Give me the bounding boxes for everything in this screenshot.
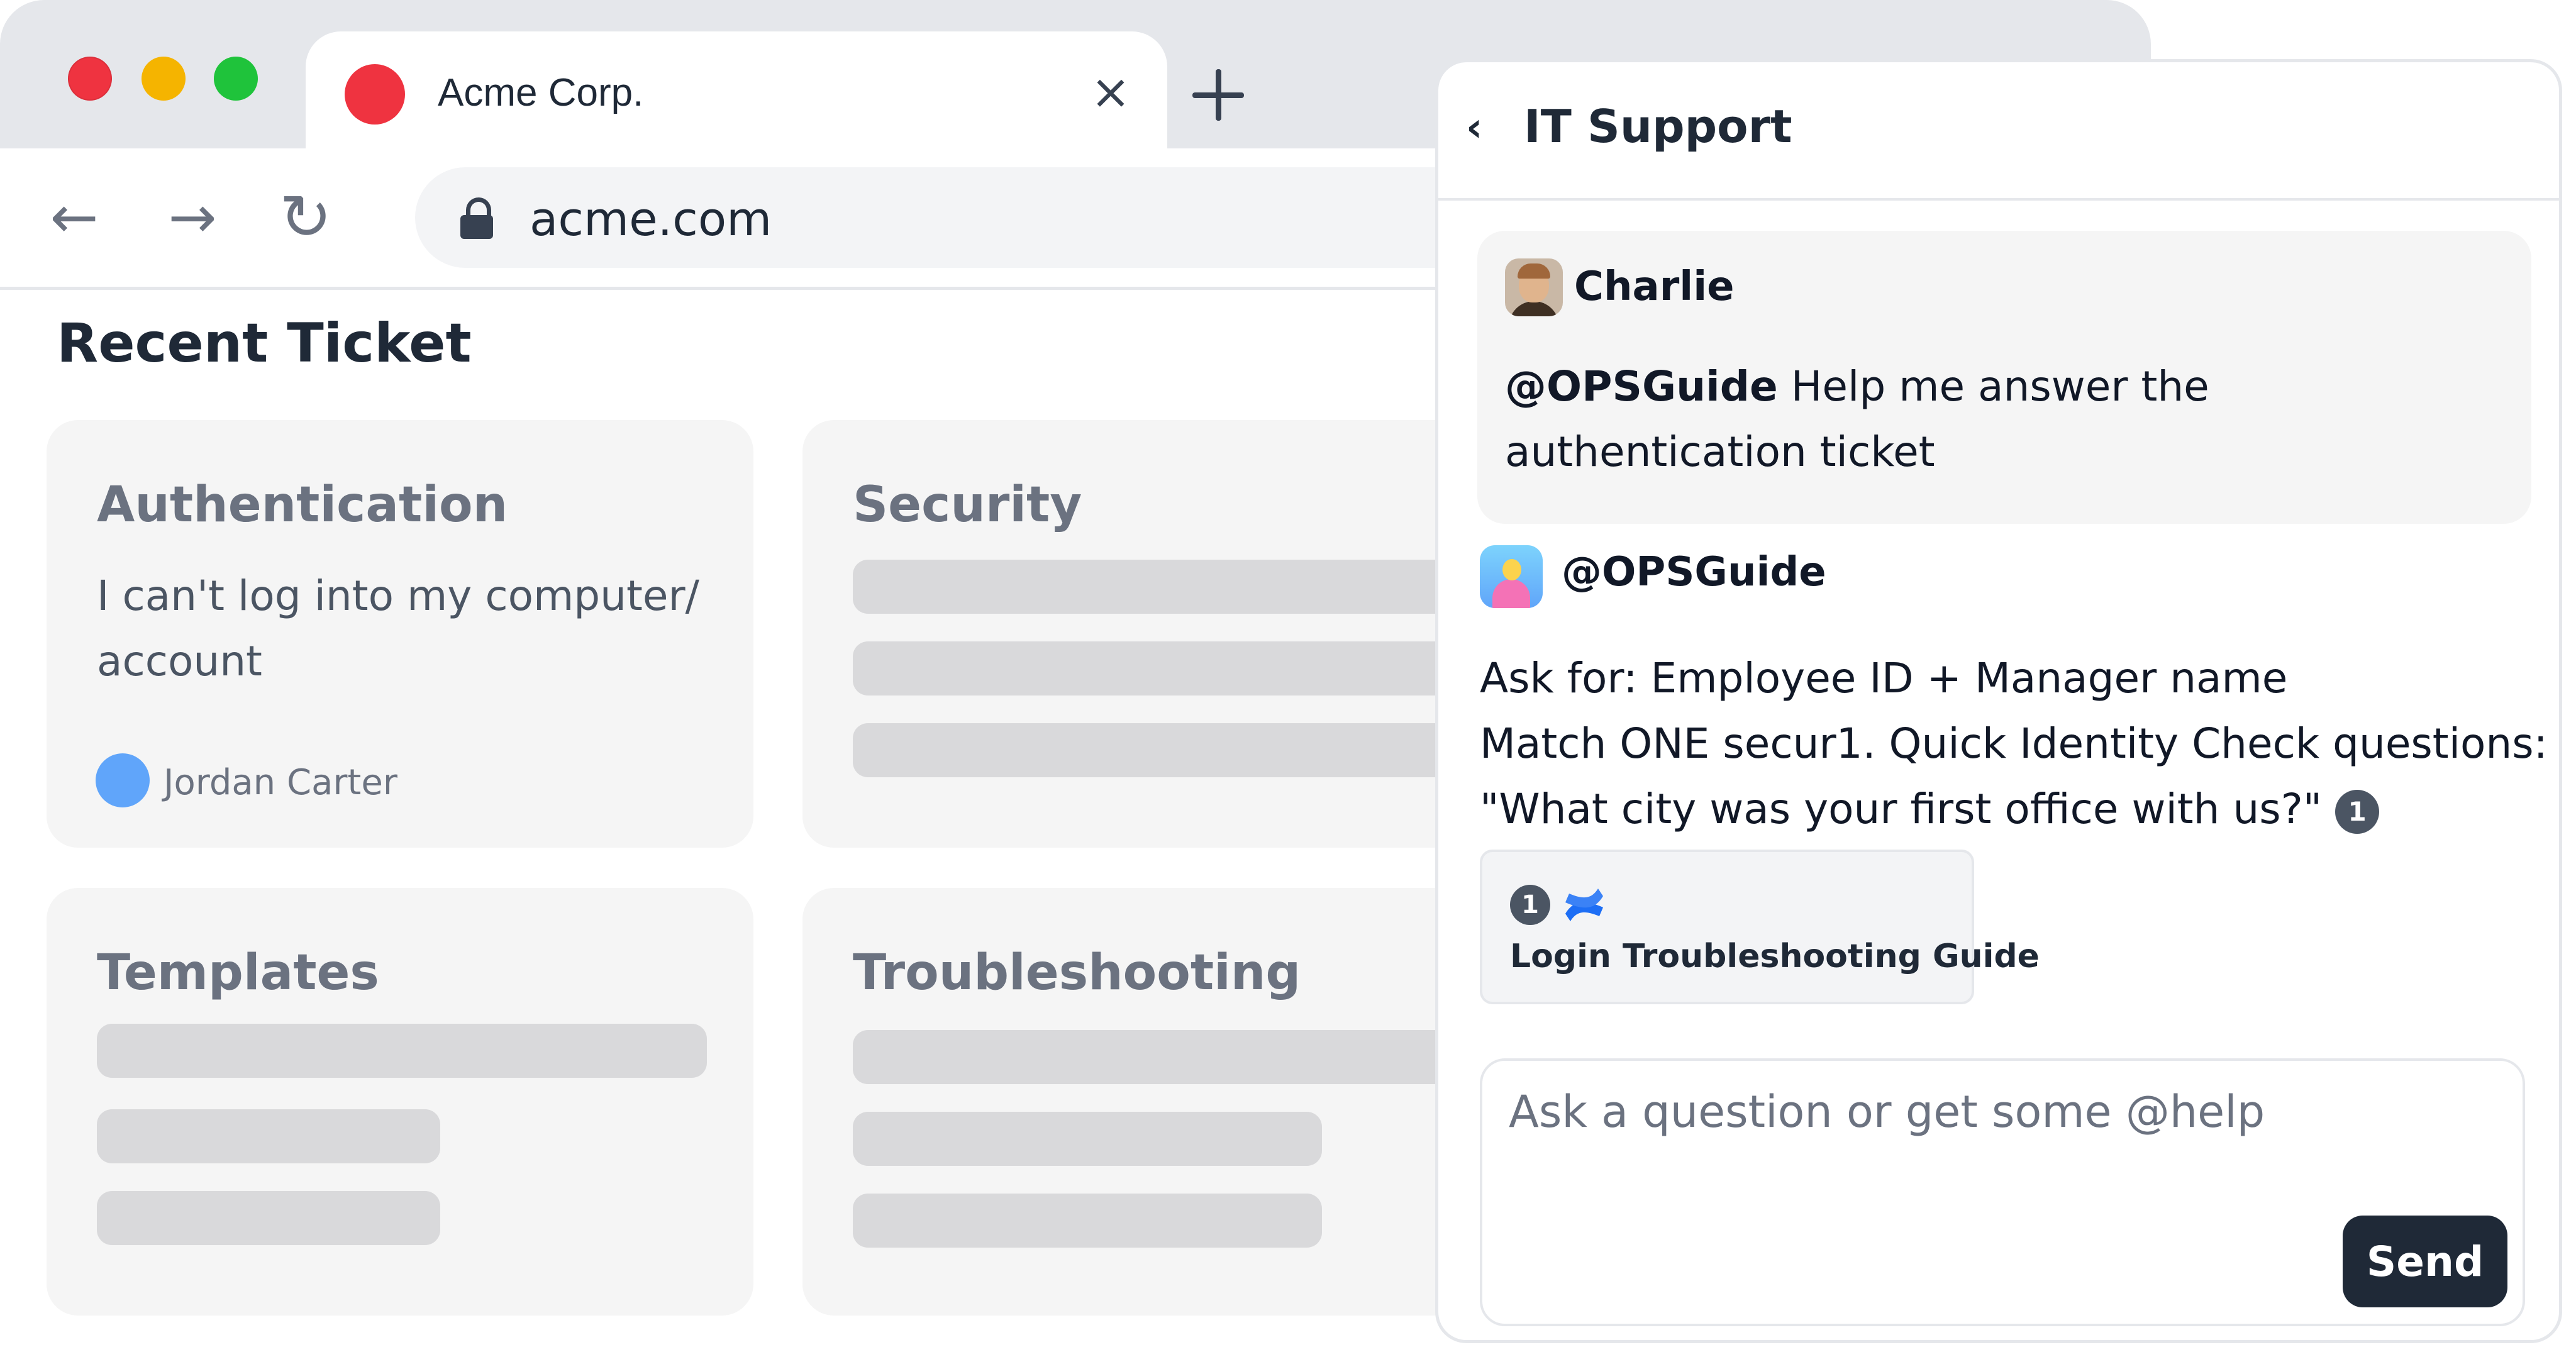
close-tab-icon[interactable]: × [1085,67,1136,117]
message-line-with-citation: "What city was your first office with us… [1480,777,2549,842]
ticket-card-troubleshooting[interactable]: Troubleshooting [802,888,1509,1316]
message-input[interactable] [1507,1080,2390,1144]
message-line: Match ONE secur1. Quick Identity Check q… [1480,719,2548,768]
source-title: Login Troubleshooting Guide [1510,938,2040,975]
chevron-left-icon[interactable]: ‹ [1466,108,1504,148]
avatar [1505,258,1563,316]
bot-message-text: Ask for: Employee ID + Manager name Matc… [1480,646,2549,842]
message-composer: Send [1480,1058,2525,1326]
chat-title: IT Support [1524,100,1792,153]
avatar [1480,545,1543,608]
url-text[interactable]: acme.com [530,192,772,247]
send-button[interactable]: Send [2343,1216,2507,1307]
skeleton-line [853,560,1469,614]
message-author: Charlie [1574,263,1735,310]
chat-header: ‹ IT Support [1438,62,2559,201]
card-title: Security [853,477,1082,533]
new-tab-icon[interactable] [1184,60,1253,130]
tab-title: Acme Corp. [438,71,644,114]
message-line: Ask for: Employee ID + Manager name [1480,654,2288,702]
skeleton-line [97,1024,707,1078]
avatar [96,753,150,807]
reload-icon[interactable]: ↻ [274,186,337,249]
skeleton-line [853,1112,1322,1166]
citation-badge[interactable]: 1 [2335,789,2380,834]
skeleton-line [97,1109,440,1163]
author-name: Jordan Carter [164,762,397,803]
skeleton-line [853,723,1469,777]
minimize-window-button[interactable] [142,57,186,101]
back-arrow-icon[interactable]: ← [43,186,106,249]
citation-badge: 1 [1510,885,1550,925]
card-title: Troubleshooting [853,945,1301,1001]
close-window-button[interactable] [68,57,112,101]
skeleton-line [853,1194,1322,1248]
page-title: Recent Ticket [57,312,472,375]
skeleton-line [853,641,1469,695]
mention[interactable]: @OPSGuide [1505,362,1778,411]
favicon-icon [345,64,405,125]
ticket-card-authentication[interactable]: Authentication I can't log into my compu… [47,420,753,848]
card-title: Authentication [97,477,508,533]
it-support-chat-panel: ‹ IT Support Charlie @OPSGuide Help me a… [1435,59,2562,1343]
forward-arrow-icon[interactable]: → [161,186,224,249]
source-card[interactable]: 1 Login Troubleshooting Guide [1480,850,2040,1004]
confluence-icon [1565,889,1603,921]
card-title: Templates [97,945,379,1001]
ticket-card-security[interactable]: Security [802,420,1509,848]
lock-icon [460,197,493,239]
message-text: @OPSGuide Help me answer the authenticat… [1505,354,2486,485]
message-author: @OPSGuide [1562,549,1826,596]
maximize-window-button[interactable] [214,57,258,101]
message-line: "What city was your first office with us… [1480,785,2323,833]
skeleton-line [853,1030,1469,1084]
browser-tab[interactable]: Acme Corp. × [306,31,1167,151]
card-description: I can't log into my computer/ account [97,572,699,685]
ticket-card-templates[interactable]: Templates [47,888,753,1316]
skeleton-line [97,1191,440,1245]
user-message: Charlie @OPSGuide Help me answer the aut… [1477,231,2531,524]
